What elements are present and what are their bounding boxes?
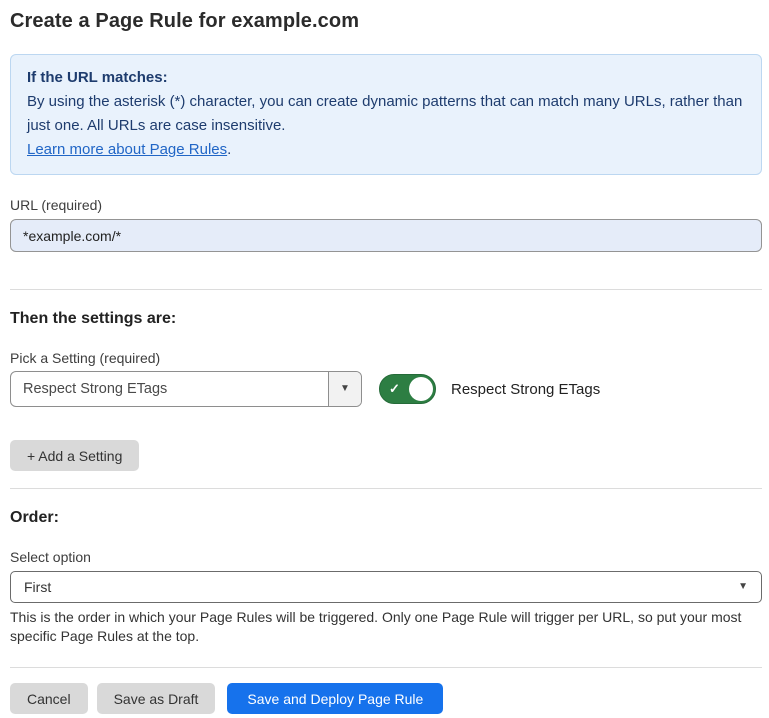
- order-heading: Order:: [10, 509, 762, 527]
- create-page-rule-form: Create a Page Rule for example.com If th…: [0, 0, 769, 714]
- footer-actions: Cancel Save as Draft Save and Deploy Pag…: [10, 683, 762, 714]
- toggle-label: Respect Strong ETags: [451, 381, 600, 398]
- page-title: Create a Page Rule for example.com: [10, 10, 762, 33]
- toggle-knob: [409, 377, 433, 401]
- section-divider: [10, 289, 762, 290]
- url-field-label: URL (required): [10, 197, 762, 213]
- setting-select-value: Respect Strong ETags: [11, 381, 328, 397]
- setting-select-arrow-button[interactable]: ▼: [328, 372, 361, 406]
- chevron-down-icon: ▼: [738, 582, 748, 592]
- url-input[interactable]: [10, 219, 762, 252]
- url-match-info-box: If the URL matches: By using the asteris…: [10, 54, 762, 175]
- pick-setting-label: Pick a Setting (required): [10, 350, 762, 366]
- order-select-value: First: [24, 579, 738, 595]
- order-select[interactable]: First ▼: [10, 571, 762, 603]
- learn-more-link[interactable]: Learn more about Page Rules: [27, 141, 227, 158]
- info-box-body: By using the asterisk (*) character, you…: [27, 90, 745, 138]
- setting-row: Respect Strong ETags ▼ ✓ Respect Strong …: [10, 371, 762, 407]
- chevron-down-icon: ▼: [340, 384, 350, 394]
- save-deploy-button[interactable]: Save and Deploy Page Rule: [227, 683, 443, 714]
- settings-heading: Then the settings are:: [10, 310, 762, 328]
- cancel-button[interactable]: Cancel: [10, 683, 88, 714]
- etags-toggle[interactable]: ✓: [379, 374, 436, 404]
- save-draft-button[interactable]: Save as Draft: [97, 683, 216, 714]
- add-setting-button[interactable]: + Add a Setting: [10, 440, 139, 471]
- info-box-link-line: Learn more about Page Rules.: [27, 138, 745, 162]
- check-icon: ✓: [389, 381, 400, 397]
- footer-divider: [10, 667, 762, 668]
- info-box-heading: If the URL matches:: [27, 66, 745, 90]
- section-divider: [10, 488, 762, 489]
- link-suffix: .: [227, 141, 231, 158]
- order-help-text: This is the order in which your Page Rul…: [10, 608, 762, 646]
- setting-select[interactable]: Respect Strong ETags ▼: [10, 371, 362, 407]
- order-select-label: Select option: [10, 549, 762, 565]
